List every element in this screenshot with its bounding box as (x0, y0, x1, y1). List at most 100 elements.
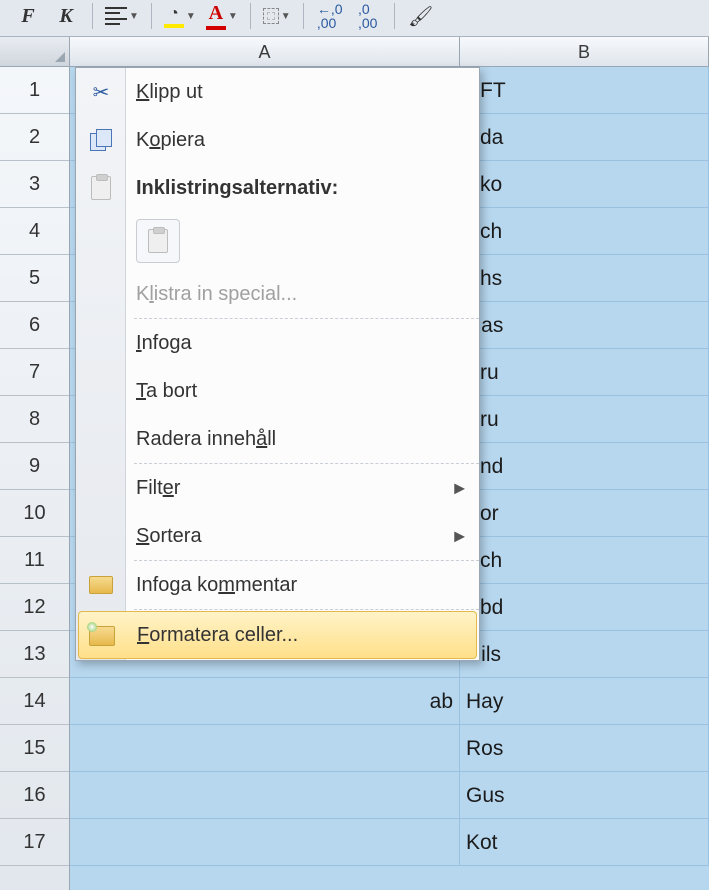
cell[interactable]: Gus (460, 772, 709, 818)
menu-item-clear-contents[interactable]: Radera innehåll (76, 415, 479, 463)
paint-bucket-icon: ◔ (164, 5, 184, 28)
menu-label: Inklistringsalternativ: (136, 177, 338, 200)
row-header[interactable]: 14 (0, 678, 69, 725)
increase-decimal-button[interactable]: ,0 ,00 (354, 2, 382, 30)
format-cells-icon (87, 620, 117, 650)
menu-label: Formatera celler... (137, 624, 298, 647)
row-header[interactable]: 10 (0, 490, 69, 537)
row-header[interactable]: 17 (0, 819, 69, 866)
row-header[interactable]: 12 (0, 584, 69, 631)
menu-label: Ta bort (136, 380, 197, 403)
select-all-corner[interactable] (0, 37, 70, 66)
row-header[interactable]: 7 (0, 349, 69, 396)
column-header-row: A B (0, 37, 709, 67)
menu-item-sort[interactable]: Sortera ▶ (76, 512, 479, 560)
chevron-down-icon: ▼ (228, 11, 238, 22)
row-header[interactable]: 5 (0, 255, 69, 302)
menu-item-paste-special: Klistra in special... (76, 270, 479, 318)
row-header[interactable]: 9 (0, 443, 69, 490)
row-header[interactable]: 13 (0, 631, 69, 678)
submenu-arrow-icon: ▶ (454, 480, 465, 497)
menu-label: Infoga (136, 332, 192, 355)
cell[interactable]: Åhs (460, 255, 709, 301)
formatting-toolbar: F K ▼ ◔ ▼ A ▼ ▼ ←,0 ,00 ,0 ,00 (0, 0, 709, 37)
row-header[interactable]: 11 (0, 537, 69, 584)
menu-label: Klistra in special... (136, 283, 297, 306)
menu-separator (134, 609, 479, 610)
cell[interactable]: EFT (460, 67, 709, 113)
brush-icon: 🖌 (408, 4, 433, 29)
folder-icon (86, 570, 116, 600)
cell[interactable]: Abd (460, 584, 709, 630)
italic-button[interactable]: K (52, 2, 80, 30)
column-header-b[interactable]: B (460, 37, 709, 66)
spreadsheet-grid: 1 2 3 4 5 6 7 8 9 10 11 12 13 14 15 16 1… (0, 67, 709, 890)
menu-item-format-cells[interactable]: Formatera celler... (78, 611, 477, 659)
cell[interactable] (70, 725, 460, 771)
cell[interactable]: Hay (460, 678, 709, 724)
row-header[interactable]: 3 (0, 161, 69, 208)
cell[interactable]: Bru (460, 396, 709, 442)
menu-item-insert-comment[interactable]: Infoga kommentar (76, 561, 479, 609)
menu-item-filter[interactable]: Filter ▶ (76, 464, 479, 512)
scissors-icon: ✂ (86, 77, 116, 107)
chevron-down-icon: ▼ (186, 11, 196, 22)
cell[interactable]: ab (70, 678, 460, 724)
clipboard-icon (86, 173, 116, 203)
decrease-decimal-icon: ←,0 ,00 (317, 2, 343, 30)
increase-decimal-icon: ,0 ,00 (358, 2, 377, 30)
paste-options-row (76, 212, 479, 270)
format-painter-button[interactable]: 🖌 (407, 2, 435, 30)
column-header-a[interactable]: A (70, 37, 460, 66)
align-icon (105, 7, 127, 25)
cell[interactable]: Sko (460, 161, 709, 207)
row-header[interactable]: 16 (0, 772, 69, 819)
row-header[interactable]: 4 (0, 208, 69, 255)
toolbar-separator (151, 3, 152, 29)
toolbar-separator (394, 3, 395, 29)
menu-label: Infoga kommentar (136, 574, 297, 597)
menu-item-insert[interactable]: Infoga (76, 319, 479, 367)
toolbar-separator (250, 3, 251, 29)
cell[interactable]: Sor (460, 490, 709, 536)
cell[interactable]: Sch (460, 537, 709, 583)
borders-button[interactable]: ▼ (263, 2, 291, 30)
toolbar-separator (303, 3, 304, 29)
cell[interactable]: Ada (460, 114, 709, 160)
cell[interactable]: Nils (460, 631, 709, 677)
menu-label: Radera innehåll (136, 428, 276, 451)
bold-button[interactable]: F (14, 2, 42, 30)
menu-item-paste-options-header: Inklistringsalternativ: (76, 164, 479, 212)
cell[interactable]: Ros (460, 725, 709, 771)
submenu-arrow-icon: ▶ (454, 528, 465, 545)
row-header[interactable]: 6 (0, 302, 69, 349)
row-header[interactable]: 2 (0, 114, 69, 161)
cell[interactable] (70, 819, 460, 865)
font-color-icon: A (206, 2, 226, 30)
toolbar-separator (92, 3, 93, 29)
chevron-down-icon: ▼ (129, 11, 139, 22)
row-header-strip: 1 2 3 4 5 6 7 8 9 10 11 12 13 14 15 16 1… (0, 67, 70, 890)
row-header[interactable]: 15 (0, 725, 69, 772)
clipboard-icon (148, 229, 168, 253)
cell[interactable]: Bru (460, 349, 709, 395)
context-menu: ✂ Klipp ut Kopiera Inklistringsalternati… (75, 67, 480, 661)
cell[interactable]: Kot (460, 819, 709, 865)
row-header[interactable]: 8 (0, 396, 69, 443)
align-button[interactable]: ▼ (105, 2, 139, 30)
cell[interactable] (70, 772, 460, 818)
cell[interactable]: And (460, 443, 709, 489)
fill-color-button[interactable]: ◔ ▼ (164, 2, 196, 30)
font-color-button[interactable]: A ▼ (206, 2, 238, 30)
copy-icon (86, 125, 116, 155)
paste-option-default[interactable] (136, 219, 180, 263)
menu-item-cut[interactable]: ✂ Klipp ut (76, 68, 479, 116)
menu-item-delete[interactable]: Ta bort (76, 367, 479, 415)
decrease-decimal-button[interactable]: ←,0 ,00 (316, 2, 344, 30)
borders-icon (263, 8, 279, 24)
menu-item-copy[interactable]: Kopiera (76, 116, 479, 164)
chevron-down-icon: ▼ (281, 11, 291, 22)
row-header[interactable]: 1 (0, 67, 69, 114)
cell[interactable]: Ras (460, 302, 709, 348)
cell[interactable]: Sch (460, 208, 709, 254)
